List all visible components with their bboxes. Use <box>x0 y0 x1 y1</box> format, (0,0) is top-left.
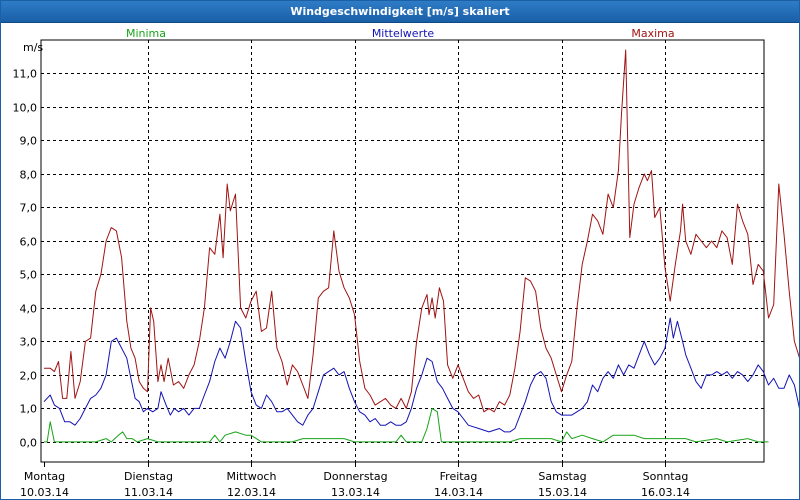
y-tick-label: 1,0 <box>20 403 38 416</box>
y-tick-label: 7,0 <box>20 202 38 215</box>
x-tick-day-label: Dienstag <box>124 470 173 483</box>
legend-minima: Minima <box>126 27 166 40</box>
x-tick-day-label: Samstag <box>538 470 586 483</box>
plot-frame <box>40 39 765 463</box>
y-tick-label: 4,0 <box>20 303 38 316</box>
y-tick-label: 10,0 <box>13 102 38 115</box>
y-tick-label: 11,0 <box>13 68 38 81</box>
y-axis-ticks: 0,0 1,0 2,0 3,0 4,0 5,0 6,0 7,0 8,0 9,0 10,0 11,0 <box>13 68 38 450</box>
wind-speed-chart: Minima Mittelwerte Maxima m/s 0,0 1,0 2,0 3… <box>13 27 799 499</box>
x-tick-day-label: Mittwoch <box>227 470 277 483</box>
x-tick-date-label: 15.03.14 <box>538 486 587 499</box>
y-tick-label: 9,0 <box>20 135 38 148</box>
x-tick-day-label: Montag <box>24 470 65 483</box>
x-tick-date-label: 14.03.14 <box>434 486 483 499</box>
legend-maxima: Maxima <box>631 27 674 40</box>
y-axis-unit-label: m/s <box>23 41 43 54</box>
chart-panel: Minima Mittelwerte Maxima m/s 0,0 1,0 2,0 3… <box>1 23 799 499</box>
x-axis-ticks: Montag 10.03.14 Dienstag 11.03.14 Mittwoch 12… <box>20 462 690 499</box>
y-tick-label: 5,0 <box>20 269 38 282</box>
x-tick-day-label: Donnerstag <box>323 470 387 483</box>
x-tick-day-label: Freitag <box>440 470 478 483</box>
y-tick-label: 8,0 <box>20 169 38 182</box>
x-tick-date-label: 16.03.14 <box>641 486 690 499</box>
y-tick-label: 3,0 <box>20 336 38 349</box>
chart-window: Windgeschwindigkeit [m/s] skaliert Minim… <box>0 0 800 500</box>
series-maxima-line <box>44 49 799 413</box>
y-tick-label: 6,0 <box>20 236 38 249</box>
x-tick-day-label: Sonntag <box>643 470 689 483</box>
series-lines <box>43 49 799 443</box>
window-title: Windgeschwindigkeit [m/s] skaliert <box>1 1 799 23</box>
x-tick-date-label: 10.03.14 <box>20 486 69 499</box>
y-tick-label: 0,0 <box>20 437 38 450</box>
grid <box>41 40 764 462</box>
y-tick-label: 2,0 <box>20 370 38 383</box>
x-tick-date-label: 11.03.14 <box>124 486 173 499</box>
x-tick-date-label: 13.03.14 <box>331 486 380 499</box>
x-tick-date-label: 12.03.14 <box>227 486 276 499</box>
series-minima-line <box>44 407 769 443</box>
legend-mittelwerte: Mittelwerte <box>372 27 435 40</box>
